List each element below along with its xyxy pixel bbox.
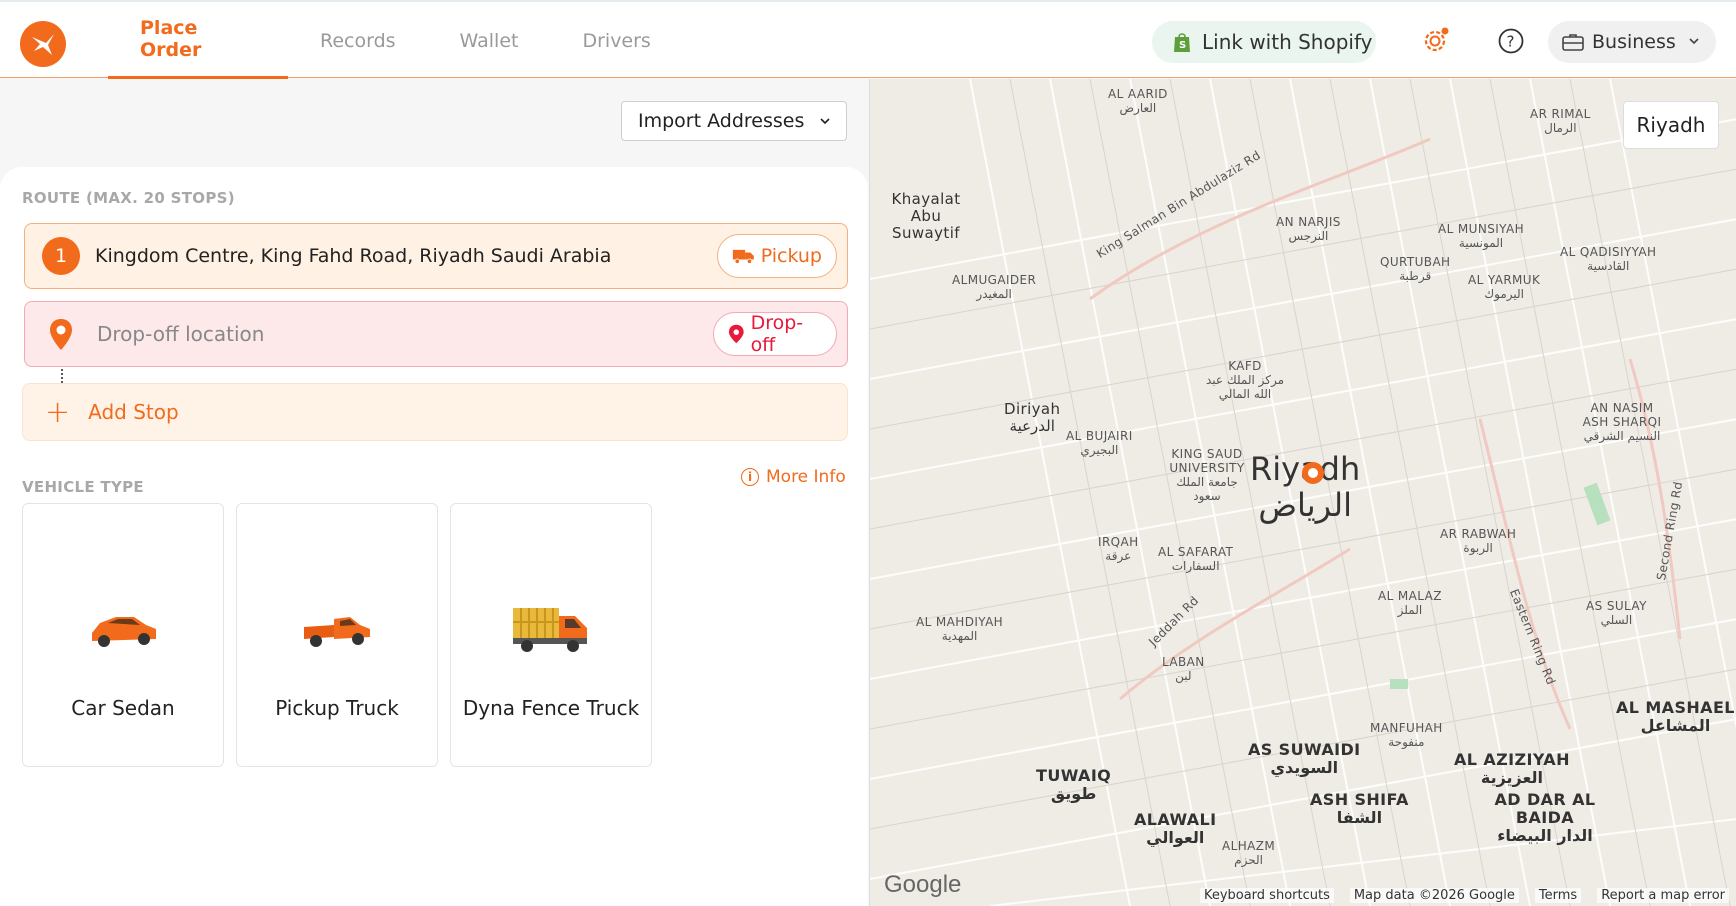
map-label: AL YARMUK اليرموك — [1468, 273, 1541, 301]
shopify-bag-icon: S — [1174, 33, 1190, 52]
map-label: AD DAR AL BAIDA الدار البيضاء — [1494, 790, 1596, 845]
business-dropdown[interactable]: Business — [1548, 21, 1716, 63]
map-label: AL MAHDIYAH المهدية — [916, 615, 1004, 643]
car-sedan-icon — [92, 617, 156, 647]
map-view[interactable]: Riyadh AL AARID العارض AR RIMAL الرمال Kha… — [869, 79, 1736, 906]
chevron-down-icon — [820, 118, 830, 125]
map-label: AR RABWAH الربوة — [1440, 527, 1517, 555]
bird-logo-icon — [32, 34, 54, 55]
add-stop-label: Add Stop — [88, 400, 179, 424]
svg-text:?: ? — [1507, 33, 1515, 51]
chevron-down-icon — [1689, 38, 1699, 45]
vehicle-card-car-sedan[interactable]: Car Sedan — [22, 503, 224, 767]
stop-number: 1 — [42, 237, 80, 275]
pickup-truck-image — [237, 594, 437, 664]
map-label: AS SULAY السلي — [1586, 599, 1647, 627]
map-label: AL QADISIYYAH القادسية — [1560, 245, 1657, 273]
dropoff-placeholder: Drop-off location — [97, 322, 265, 346]
map-label: ALHAZM الحزم — [1222, 839, 1276, 867]
truck-icon — [732, 249, 754, 264]
location-pin-icon — [728, 324, 744, 344]
dyna-truck-icon — [513, 608, 587, 652]
map-label: MANFUHAH منفوحة — [1370, 721, 1443, 749]
map-label: AL MASHAEL المشاعل — [1616, 698, 1735, 735]
map-label: ASH SHIFA الشفا — [1310, 790, 1409, 827]
link-shopify-button[interactable]: S Link with Shopify — [1152, 21, 1376, 63]
vehicle-type-title: VEHICLE TYPE — [22, 478, 144, 496]
pickup-truck-icon — [304, 617, 370, 647]
location-pin-icon — [50, 319, 72, 350]
main-nav: Place Order Records Wallet Drivers — [108, 2, 683, 79]
info-icon: i — [741, 468, 759, 486]
report-map-error-link[interactable]: Report a map error — [1597, 887, 1729, 903]
order-panel: Import Addresses ROUTE (MAX. 20 STOPS) 1… — [0, 79, 868, 906]
map-label: AL MALAZ الملز — [1378, 589, 1442, 617]
map-label: IRQAH عرقة — [1098, 535, 1139, 563]
tab-records[interactable]: Records — [288, 2, 428, 79]
map-data-credit: Map data ©2026 Google — [1349, 887, 1519, 903]
tab-drivers[interactable]: Drivers — [550, 2, 682, 79]
dropoff-stop[interactable]: Drop-off location Drop-off — [24, 301, 848, 367]
more-info-label: More Info — [766, 467, 846, 487]
vehicle-label: Dyna Fence Truck — [462, 696, 640, 720]
map-label: ALMUGAIDER المغيدر — [952, 273, 1037, 301]
vehicle-label: Pickup Truck — [275, 696, 399, 720]
app-logo[interactable] — [20, 21, 66, 67]
map-footer: Keyboard shortcuts Map data ©2026 Google… — [870, 884, 1736, 906]
pickup-tag[interactable]: Pickup — [717, 234, 837, 278]
keyboard-shortcuts-link[interactable]: Keyboard shortcuts — [1199, 887, 1334, 903]
settings-button[interactable] — [1420, 26, 1450, 56]
map-label: Khayalat Abu Suwaytif — [891, 190, 961, 242]
map-label: KING SAUD UNIVERSITY جامعة الملك سعود — [1169, 447, 1245, 503]
tab-place-order[interactable]: Place Order — [108, 2, 288, 79]
add-stop-button[interactable]: + Add Stop — [22, 383, 848, 441]
terms-link[interactable]: Terms — [1534, 887, 1582, 903]
map-label: ALAWALI العوالي — [1134, 810, 1217, 847]
tab-wallet[interactable]: Wallet — [428, 2, 551, 79]
map-label: AL MUNSIYAH المونسية — [1438, 222, 1525, 250]
top-header: Place Order Records Wallet Drivers S Lin… — [0, 0, 1736, 79]
map-label: KAFD مركز الملك عبد الله المالي — [1205, 359, 1285, 401]
question-icon: ? — [1498, 28, 1524, 54]
map-label: Diriyah الدرعية — [1004, 400, 1061, 435]
vehicle-card-dyna-fence-truck[interactable]: Dyna Fence Truck — [450, 503, 652, 767]
more-info-link[interactable]: i More Info — [741, 467, 846, 487]
map-marker-icon[interactable] — [1300, 460, 1326, 486]
plus-icon: + — [45, 394, 71, 430]
map-label: AN NARJIS النرجس — [1276, 215, 1341, 243]
map-label: AL BUJAIRI البجيري — [1066, 429, 1133, 457]
vehicle-label: Car Sedan — [71, 696, 175, 720]
pickup-tag-label: Pickup — [760, 245, 822, 267]
map-label: AS SUWAIDI السويدي — [1248, 740, 1361, 777]
vehicle-card-pickup-truck[interactable]: Pickup Truck — [236, 503, 438, 767]
import-addresses-label: Import Addresses — [638, 110, 805, 132]
map-label: LABAN لبن — [1162, 655, 1205, 683]
pickup-address: Kingdom Centre, King Fahd Road, Riyadh S… — [95, 245, 612, 267]
gear-icon — [1424, 27, 1449, 52]
help-button[interactable]: ? — [1496, 26, 1526, 56]
link-shopify-label: Link with Shopify — [1202, 30, 1373, 54]
city-selector-button[interactable]: Riyadh — [1623, 101, 1719, 149]
import-addresses-dropdown[interactable]: Import Addresses — [621, 101, 847, 141]
map-label: AL AARID العارض — [1108, 87, 1168, 115]
svg-text:S: S — [1179, 40, 1186, 51]
dropoff-tag[interactable]: Drop-off — [713, 312, 837, 356]
car-sedan-image — [23, 594, 223, 664]
map-label: QURTUBAH قرطبة — [1380, 255, 1451, 283]
briefcase-icon — [1562, 34, 1584, 51]
dropoff-tag-label: Drop-off — [750, 312, 804, 356]
route-title: ROUTE (MAX. 20 STOPS) — [22, 189, 235, 207]
pickup-stop[interactable]: 1 Kingdom Centre, King Fahd Road, Riyadh… — [24, 223, 848, 289]
map-label: AL SAFARAT السفارات — [1158, 545, 1234, 573]
map-label: AL AZIZIYAH العزيزية — [1454, 750, 1570, 787]
map-label: TUWAIQ طويق — [1036, 766, 1112, 803]
dyna-truck-image — [451, 594, 651, 664]
business-label: Business — [1592, 31, 1676, 53]
map-label: AN NASIM ASH SHARQI النسيم الشرقي — [1582, 401, 1662, 443]
map-label: AR RIMAL الرمال — [1530, 107, 1591, 135]
